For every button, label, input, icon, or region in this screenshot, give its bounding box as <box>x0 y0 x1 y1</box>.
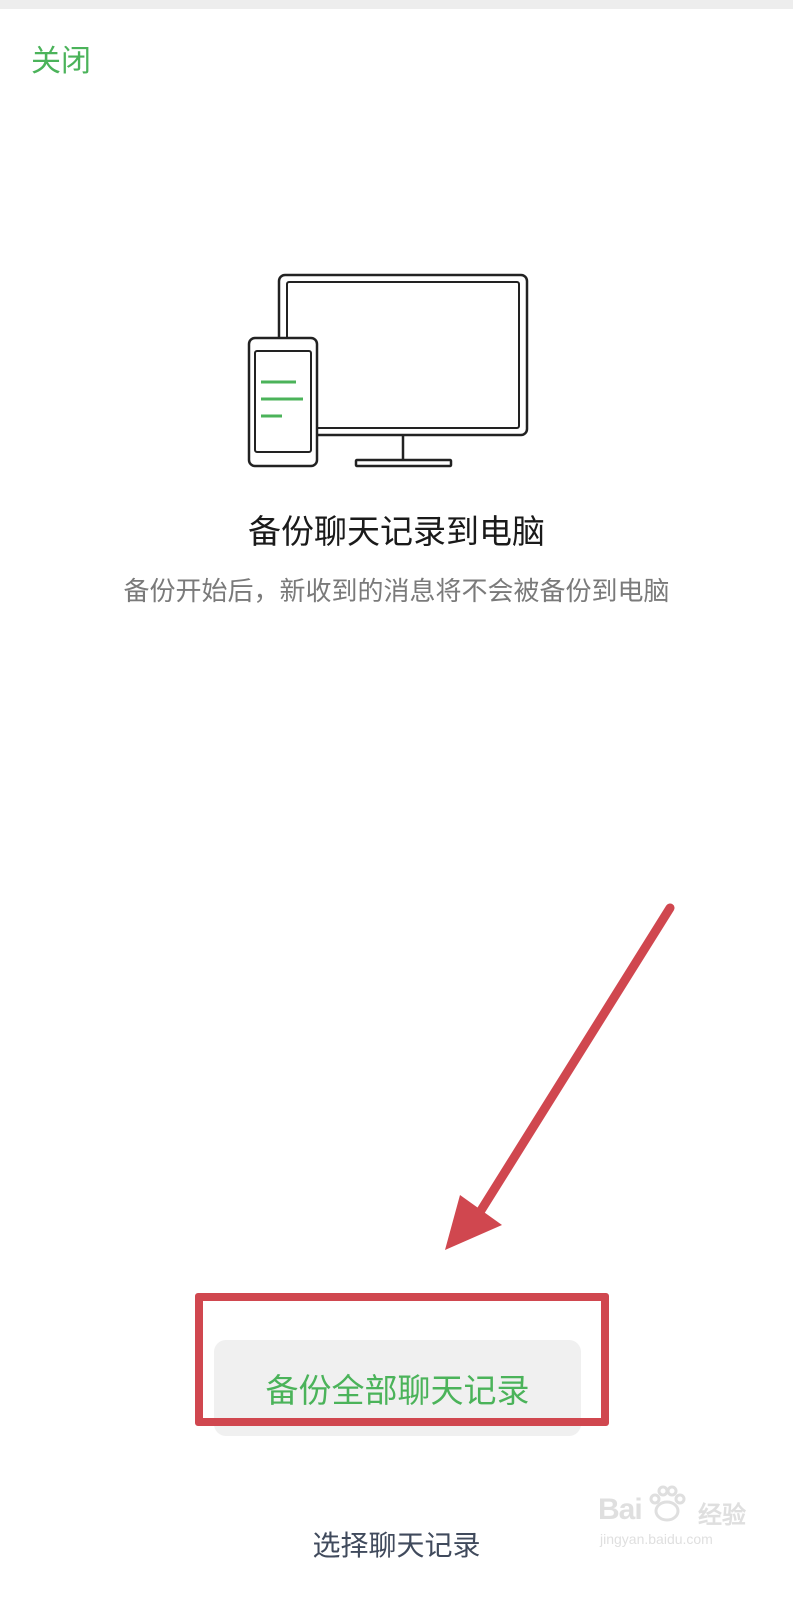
status-strip <box>0 0 793 9</box>
backup-all-button[interactable]: 备份全部聊天记录 <box>214 1340 581 1436</box>
watermark-brand-cn: 经验 <box>698 1501 746 1529</box>
annotation-arrow <box>445 903 675 1250</box>
page-subtitle: 备份开始后，新收到的消息将不会被备份到电脑 <box>123 577 670 607</box>
paw-icon <box>649 1485 686 1522</box>
close-button[interactable]: 关闭 <box>31 42 91 82</box>
page-title: 备份聊天记录到电脑 <box>248 512 545 551</box>
phone-to-computer-icon <box>247 273 529 468</box>
watermark-brand: Bai <box>598 1493 643 1526</box>
select-chats-link[interactable]: 选择聊天记录 <box>0 1526 793 1566</box>
